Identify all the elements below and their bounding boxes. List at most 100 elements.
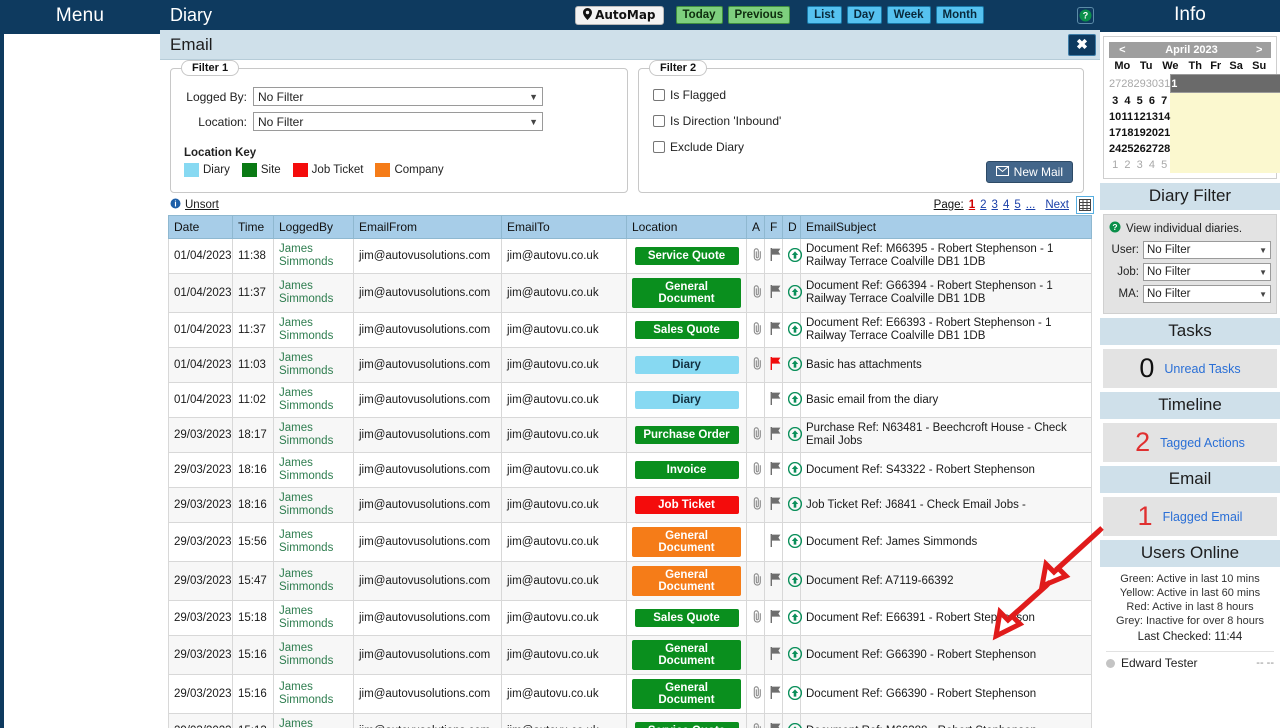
cell-attachment[interactable] <box>746 417 765 453</box>
calendar-day[interactable]: 26 <box>1134 141 1146 157</box>
cell-flag[interactable] <box>764 382 783 418</box>
online-user-row[interactable]: Edward Tester -- -- <box>1106 651 1274 670</box>
cell-location[interactable]: General Document <box>626 522 747 562</box>
calendar-day[interactable]: 13 <box>1146 109 1158 125</box>
paperclip-icon[interactable] <box>752 462 763 478</box>
checkbox-icon[interactable] <box>653 141 665 153</box>
calendar-day[interactable]: 27 <box>1146 141 1158 157</box>
table-row[interactable]: 29/03/2023 15:18 James Simmonds jim@autovus… <box>168 600 1092 636</box>
cell-location[interactable]: General Document <box>626 561 747 601</box>
cell-attachment[interactable] <box>746 561 765 601</box>
unread-tasks-link[interactable]: Unread Tasks <box>1164 362 1240 376</box>
calendar-day[interactable]: 5 <box>1134 93 1146 109</box>
view-day-button[interactable]: Day <box>846 6 882 24</box>
checkbox-icon[interactable] <box>653 115 665 127</box>
calendar-day[interactable]: 14 <box>1158 109 1170 125</box>
page-link-5[interactable]: 5 <box>1014 199 1020 211</box>
paperclip-icon[interactable] <box>752 322 763 338</box>
calendar-day[interactable]: 29 <box>1134 74 1146 93</box>
column-header-date[interactable]: Date <box>168 215 233 239</box>
calendar-day[interactable]: 21 <box>1158 125 1170 141</box>
cell-flag[interactable] <box>764 347 783 383</box>
calendar-day[interactable]: 8 <box>1170 93 1280 109</box>
today-button[interactable]: Today <box>675 6 723 24</box>
flag-icon-grey[interactable] <box>770 534 782 550</box>
diary-filter-select[interactable]: No Filter ▼ <box>1143 241 1271 259</box>
flag-icon-grey[interactable] <box>770 462 782 478</box>
cell-location[interactable]: Diary <box>626 382 747 418</box>
calendar-day[interactable]: 28 <box>1158 141 1170 157</box>
unsort-control[interactable]: i Unsort <box>170 198 934 212</box>
cell-location[interactable]: Service Quote <box>626 238 747 274</box>
table-row[interactable]: 29/03/2023 15:47 James Simmonds jim@autovus… <box>168 561 1092 601</box>
checkbox-row[interactable]: Is Direction 'Inbound' <box>653 114 1073 128</box>
new-mail-button[interactable]: New Mail <box>985 161 1073 183</box>
view-month-button[interactable]: Month <box>935 6 984 24</box>
table-row[interactable]: 29/03/2023 15:56 James Simmonds jim@autovus… <box>168 522 1092 562</box>
calendar-day[interactable]: 2 <box>1121 157 1133 173</box>
page-link-4[interactable]: 4 <box>1003 199 1009 211</box>
calendar-day-selected[interactable]: 1 <box>1170 74 1280 93</box>
calendar-day[interactable]: 3 <box>1109 93 1121 109</box>
table-row[interactable]: 29/03/2023 18:16 James Simmonds jim@autovus… <box>168 452 1092 488</box>
checkbox-icon[interactable] <box>653 89 665 101</box>
calendar-day[interactable]: 27 <box>1109 74 1121 93</box>
location-select[interactable]: No Filter ▼ <box>253 112 543 131</box>
cell-flag[interactable] <box>764 635 783 675</box>
calendar-day[interactable]: 11 <box>1121 109 1134 125</box>
flagged-email-box[interactable]: 1 Flagged Email <box>1103 497 1277 536</box>
view-week-button[interactable]: Week <box>886 6 931 24</box>
logged-by-select[interactable]: No Filter ▼ <box>253 87 543 106</box>
page-link-3[interactable]: 3 <box>992 199 998 211</box>
checkbox-row[interactable]: Exclude Diary <box>653 140 1073 154</box>
cell-location[interactable]: Service Quote <box>626 713 747 728</box>
calendar-day[interactable]: 6 <box>1146 93 1158 109</box>
table-row[interactable]: 01/04/2023 11:37 James Simmonds jim@autovus… <box>168 312 1092 348</box>
flag-icon-grey[interactable] <box>770 322 782 338</box>
cell-attachment[interactable] <box>746 273 765 313</box>
cell-flag[interactable] <box>764 273 783 313</box>
cell-attachment[interactable] <box>746 452 765 488</box>
table-row[interactable]: 01/04/2023 11:02 James Simmonds jim@autovus… <box>168 382 1092 418</box>
table-row[interactable]: 29/03/2023 15:16 James Simmonds jim@autovus… <box>168 674 1092 714</box>
paperclip-icon[interactable] <box>752 573 763 589</box>
column-header-location[interactable]: Location <box>626 215 747 239</box>
calendar-day[interactable]: 20 <box>1146 125 1158 141</box>
diary-filter-select[interactable]: No Filter ▼ <box>1143 263 1271 281</box>
checkbox-row[interactable]: Is Flagged <box>653 88 1073 102</box>
flag-icon-grey[interactable] <box>770 392 782 408</box>
flag-icon-grey[interactable] <box>770 285 782 301</box>
cell-location[interactable]: General Document <box>626 635 747 675</box>
table-row[interactable]: 29/03/2023 18:17 James Simmonds jim@autovus… <box>168 417 1092 453</box>
cell-location[interactable]: Purchase Order <box>626 417 747 453</box>
calendar-day[interactable]: 4 <box>1146 157 1158 173</box>
flag-icon-grey[interactable] <box>770 427 782 443</box>
cell-location[interactable]: Sales Quote <box>626 600 747 636</box>
calendar-day[interactable]: 18 <box>1121 125 1133 141</box>
cell-flag[interactable] <box>764 238 783 274</box>
cell-attachment[interactable] <box>746 312 765 348</box>
calendar-day[interactable]: 30 <box>1146 74 1158 93</box>
cell-flag[interactable] <box>764 674 783 714</box>
column-header-f[interactable]: F <box>764 215 783 239</box>
calendar-day[interactable]: 28 <box>1121 74 1133 93</box>
column-header-time[interactable]: Time <box>232 215 274 239</box>
paperclip-icon[interactable] <box>752 610 763 626</box>
grid-view-icon[interactable] <box>1076 195 1094 214</box>
cell-attachment[interactable] <box>746 600 765 636</box>
calendar-day[interactable]: 24 <box>1109 141 1121 157</box>
calendar-day[interactable]: 19 <box>1134 125 1146 141</box>
calendar-day[interactable]: 29 <box>1170 141 1280 157</box>
table-row[interactable]: 29/03/2023 18:16 James Simmonds jim@autovus… <box>168 487 1092 523</box>
paperclip-icon[interactable] <box>752 357 763 373</box>
cell-flag[interactable] <box>764 452 783 488</box>
column-header-d[interactable]: D <box>782 215 801 239</box>
cell-attachment[interactable] <box>746 487 765 523</box>
table-row[interactable]: 29/03/2023 15:16 James Simmonds jim@autovus… <box>168 635 1092 675</box>
column-header-emailfrom[interactable]: EmailFrom <box>353 215 502 239</box>
calendar-day[interactable]: 22 <box>1170 125 1280 141</box>
previous-button[interactable]: Previous <box>727 6 791 24</box>
help-icon[interactable]: ? <box>1077 6 1094 24</box>
view-list-button[interactable]: List <box>807 6 842 24</box>
cell-location[interactable]: Sales Quote <box>626 312 747 348</box>
